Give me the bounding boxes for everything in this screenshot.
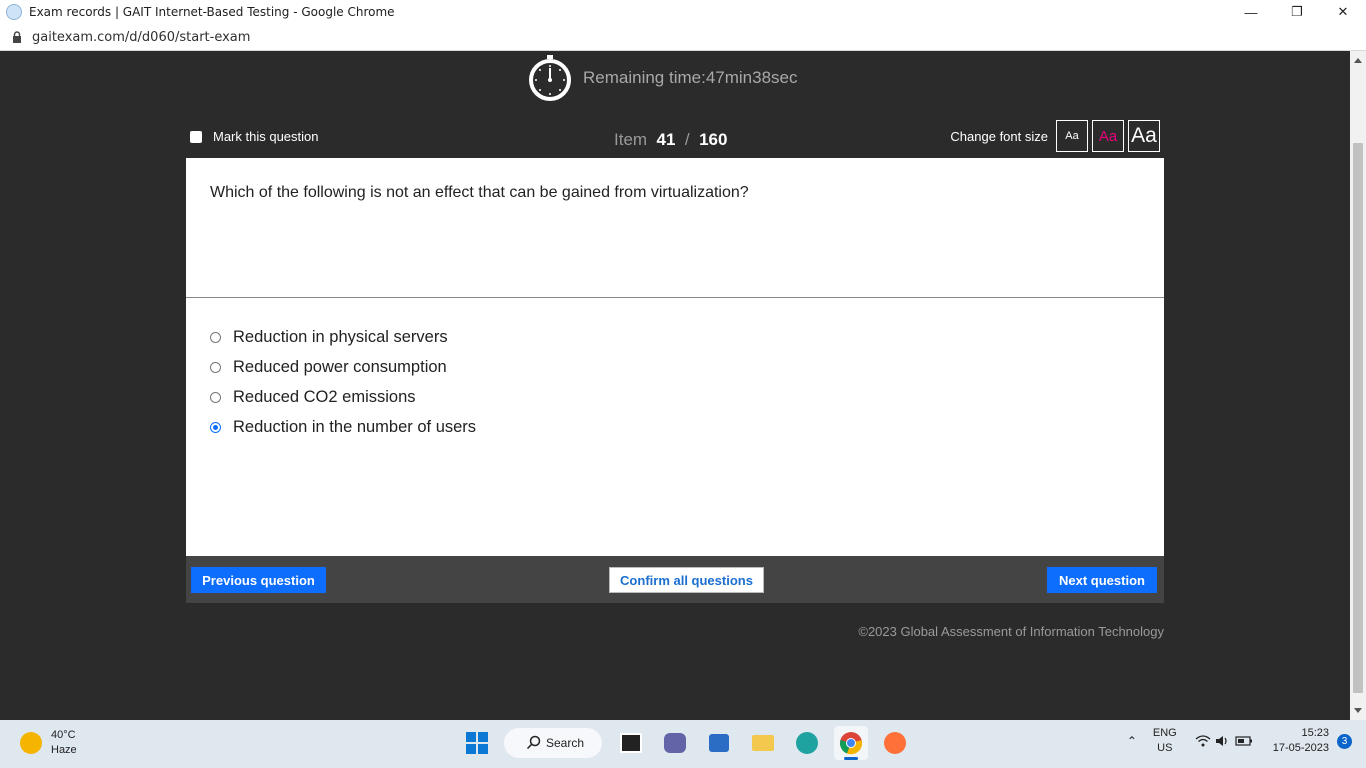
battery-icon[interactable] [1235,735,1253,747]
option-1-radio[interactable] [210,331,221,343]
page-scrollbar[interactable] [1350,51,1366,720]
font-size-small-label: Aa [1065,130,1079,142]
divider [186,297,1164,298]
teams-chat-icon[interactable] [658,726,692,760]
minimize-icon[interactable]: — [1228,0,1274,24]
mark-question-label: Mark this question [213,129,319,144]
item-separator: / [684,130,690,149]
task-view-icon[interactable] [614,726,648,760]
temperature: 40°C [51,729,76,741]
previous-question-button[interactable]: Previous question [191,567,326,593]
address-bar[interactable]: gaitexam.com/d/d060/start-exam [0,24,1366,51]
taskbar-search[interactable]: Search [504,728,602,758]
scroll-up-arrow-icon[interactable] [1354,58,1362,63]
file-explorer-icon[interactable] [746,726,780,760]
lock-icon [13,31,21,43]
scroll-thumb[interactable] [1353,143,1363,693]
exam-page: Remaining time:47min38sec Mark this ques… [0,51,1350,720]
volume-icon[interactable] [1215,735,1231,747]
taskbar-apps: Search [460,726,922,760]
stopwatch-icon [529,55,571,101]
chrome-icon[interactable] [834,726,868,760]
clock-time: 15:23 [1301,727,1329,739]
copyright-text: ©2023 Global Assessment of Information T… [858,624,1164,639]
restore-icon[interactable]: ❐ [1274,0,1320,24]
clock[interactable]: 15:23 17-05-2023 [1273,726,1329,756]
item-counter: Item 41 / 160 [614,130,727,150]
option-2-radio[interactable] [210,361,221,373]
question-card: Which of the following is not an effect … [186,158,1164,556]
navigation-bar: Previous question Confirm all questions … [186,556,1164,603]
next-question-button[interactable]: Next question [1047,567,1157,593]
browser-title-bar: Exam records | GAIT Internet-Based Testi… [0,0,1366,24]
option-4-radio[interactable] [210,421,221,433]
option-1-label[interactable]: Reduction in physical servers [233,328,448,347]
option-4[interactable]: Reduction in the number of users [210,412,476,442]
weather-widget[interactable]: 40°C Haze [20,728,77,758]
chevron-up-icon[interactable]: ⌃ [1127,734,1137,748]
language-bottom: US [1157,742,1173,754]
font-size-small-button[interactable]: Aa [1056,120,1088,152]
site-favicon-icon [6,4,22,20]
taskbar: 40°C Haze Search ⌃ ENG US 15:23 17-05-20… [0,720,1366,768]
option-2-label[interactable]: Reduced power consumption [233,358,447,377]
option-3-label[interactable]: Reduced CO2 emissions [233,388,416,407]
wifi-icon[interactable] [1195,735,1211,747]
url-text[interactable]: gaitexam.com/d/d060/start-exam [32,30,250,45]
mark-question-control[interactable]: Mark this question [190,129,319,144]
font-size-large-label: Aa [1131,124,1157,147]
item-total: 160 [699,130,728,149]
item-current: 41 [656,130,676,149]
option-3[interactable]: Reduced CO2 emissions [210,382,476,412]
clock-date: 17-05-2023 [1272,742,1329,754]
search-label: Search [546,736,585,750]
option-1[interactable]: Reduction in physical servers [210,322,476,352]
remaining-time: Remaining time:47min38sec [583,68,798,87]
font-size-large-button[interactable]: Aa [1128,120,1160,152]
scroll-down-arrow-icon[interactable] [1354,708,1362,713]
haze-sun-icon [20,732,42,754]
confirm-all-button[interactable]: Confirm all questions [609,567,764,593]
option-4-label[interactable]: Reduction in the number of users [233,418,476,437]
windows-start-icon[interactable] [460,726,494,760]
search-icon [526,735,541,750]
font-size-label: Change font size [950,128,1048,144]
mark-question-checkbox[interactable] [190,130,202,143]
question-text: Which of the following is not an effect … [210,184,749,201]
font-size-controls: Change font size Aa Aa Aa [950,120,1160,152]
window-title: Exam records | GAIT Internet-Based Testi… [29,5,395,19]
answer-options: Reduction in physical servers Reduced po… [210,322,476,442]
font-size-medium-button[interactable]: Aa [1092,120,1124,152]
edge-icon[interactable] [790,726,824,760]
firefox-icon[interactable] [878,726,912,760]
language-top: ENG [1152,727,1177,739]
language-indicator[interactable]: ENG US [1153,726,1177,756]
option-2[interactable]: Reduced power consumption [210,352,476,382]
close-icon[interactable]: ✕ [1320,0,1366,24]
timer: Remaining time:47min38sec [528,55,798,101]
option-3-radio[interactable] [210,391,221,403]
system-tray: ⌃ ENG US 15:23 17-05-2023 3 [1127,726,1352,756]
notification-badge[interactable]: 3 [1337,733,1352,749]
font-size-medium-label: Aa [1098,127,1118,145]
microsoft-store-icon[interactable] [702,726,736,760]
weather-condition: Haze [51,744,77,756]
item-label: Item [614,130,648,149]
